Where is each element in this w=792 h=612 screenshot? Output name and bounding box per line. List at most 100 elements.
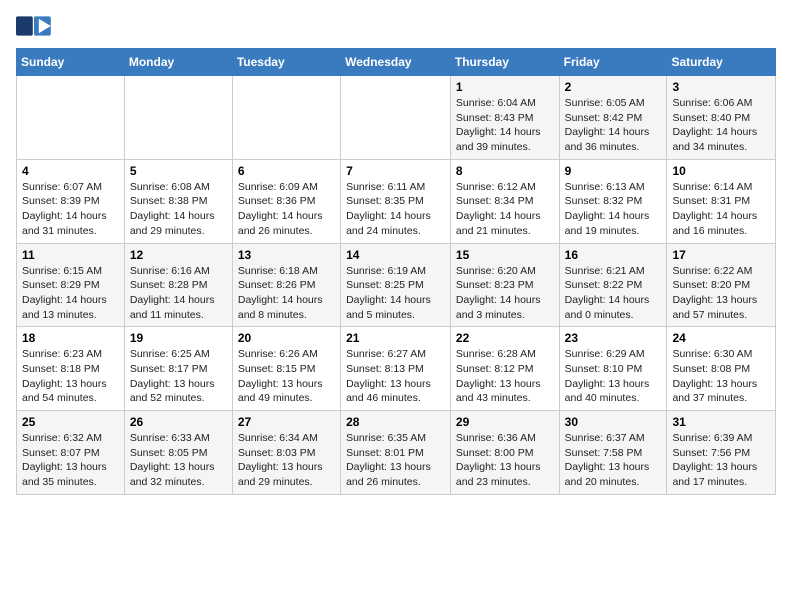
calendar-cell: 1 Sunrise: 6:04 AM Sunset: 8:43 PM Daylig… [450,76,559,160]
day-number: 10 [672,164,770,178]
day-info: Sunrise: 6:35 AM Sunset: 8:01 PM Dayligh… [346,431,445,490]
week-row-5: 25 Sunrise: 6:32 AM Sunset: 8:07 PM Dayli… [17,411,776,495]
day-number: 27 [238,415,335,429]
week-row-4: 18 Sunrise: 6:23 AM Sunset: 8:18 PM Dayli… [17,327,776,411]
page-header [16,16,776,38]
day-info: Sunrise: 6:07 AM Sunset: 8:39 PM Dayligh… [22,180,119,239]
calendar-cell: 22 Sunrise: 6:28 AM Sunset: 8:12 PM Dayli… [450,327,559,411]
day-info: Sunrise: 6:21 AM Sunset: 8:22 PM Dayligh… [565,264,662,323]
calendar-cell: 7 Sunrise: 6:11 AM Sunset: 8:35 PM Daylig… [341,159,451,243]
day-number: 16 [565,248,662,262]
day-info: Sunrise: 6:04 AM Sunset: 8:43 PM Dayligh… [456,96,554,155]
calendar-cell: 31 Sunrise: 6:39 AM Sunset: 7:56 PM Dayli… [667,411,776,495]
weekday-header-row: SundayMondayTuesdayWednesdayThursdayFrid… [17,49,776,76]
day-number: 7 [346,164,445,178]
day-number: 5 [130,164,227,178]
day-info: Sunrise: 6:27 AM Sunset: 8:13 PM Dayligh… [346,347,445,406]
calendar-cell: 8Sunrise: 6:12 AM Sunset: 8:34 PM Daylig… [450,159,559,243]
week-row-2: 4 Sunrise: 6:07 AM Sunset: 8:39 PM Daylig… [17,159,776,243]
calendar-cell: 27 Sunrise: 6:34 AM Sunset: 8:03 PM Dayli… [232,411,340,495]
day-number: 19 [130,331,227,345]
calendar-cell: 30 Sunrise: 6:37 AM Sunset: 7:58 PM Dayli… [559,411,667,495]
calendar-cell: 20 Sunrise: 6:26 AM Sunset: 8:15 PM Dayli… [232,327,340,411]
day-number: 12 [130,248,227,262]
calendar-cell [232,76,340,160]
day-info: Sunrise: 6:28 AM Sunset: 8:12 PM Dayligh… [456,347,554,406]
day-info: Sunrise: 6:34 AM Sunset: 8:03 PM Dayligh… [238,431,335,490]
calendar-cell: 26Sunrise: 6:33 AM Sunset: 8:05 PM Dayli… [124,411,232,495]
week-row-1: 1 Sunrise: 6:04 AM Sunset: 8:43 PM Daylig… [17,76,776,160]
calendar-cell: 25 Sunrise: 6:32 AM Sunset: 8:07 PM Dayli… [17,411,125,495]
day-info: Sunrise: 6:23 AM Sunset: 8:18 PM Dayligh… [22,347,119,406]
day-number: 2 [565,80,662,94]
calendar-cell [124,76,232,160]
day-number: 3 [672,80,770,94]
day-number: 30 [565,415,662,429]
day-number: 29 [456,415,554,429]
day-number: 22 [456,331,554,345]
calendar-cell: 15 Sunrise: 6:20 AM Sunset: 8:23 PM Dayli… [450,243,559,327]
day-info: Sunrise: 6:08 AM Sunset: 8:38 PM Dayligh… [130,180,227,239]
day-number: 24 [672,331,770,345]
calendar-cell: 5 Sunrise: 6:08 AM Sunset: 8:38 PM Daylig… [124,159,232,243]
calendar-cell: 18 Sunrise: 6:23 AM Sunset: 8:18 PM Dayli… [17,327,125,411]
day-info: Sunrise: 6:19 AM Sunset: 8:25 PM Dayligh… [346,264,445,323]
weekday-header-wednesday: Wednesday [341,49,451,76]
day-info: Sunrise: 6:15 AM Sunset: 8:29 PM Dayligh… [22,264,119,323]
day-info: Sunrise: 6:14 AM Sunset: 8:31 PM Dayligh… [672,180,770,239]
calendar-cell [341,76,451,160]
weekday-header-sunday: Sunday [17,49,125,76]
day-number: 20 [238,331,335,345]
day-number: 23 [565,331,662,345]
day-number: 13 [238,248,335,262]
day-number: 15 [456,248,554,262]
day-number: 14 [346,248,445,262]
day-number: 26 [130,415,227,429]
calendar-cell: 23 Sunrise: 6:29 AM Sunset: 8:10 PM Dayli… [559,327,667,411]
weekday-header-thursday: Thursday [450,49,559,76]
calendar-cell: 6 Sunrise: 6:09 AM Sunset: 8:36 PM Daylig… [232,159,340,243]
day-info: Sunrise: 6:20 AM Sunset: 8:23 PM Dayligh… [456,264,554,323]
day-info: Sunrise: 6:09 AM Sunset: 8:36 PM Dayligh… [238,180,335,239]
weekday-header-saturday: Saturday [667,49,776,76]
calendar-cell: 4 Sunrise: 6:07 AM Sunset: 8:39 PM Daylig… [17,159,125,243]
day-number: 1 [456,80,554,94]
logo-icon [16,16,52,36]
day-number: 9 [565,164,662,178]
day-info: Sunrise: 6:39 AM Sunset: 7:56 PM Dayligh… [672,431,770,490]
day-number: 25 [22,415,119,429]
calendar-cell: 16 Sunrise: 6:21 AM Sunset: 8:22 PM Dayli… [559,243,667,327]
calendar-cell: 9 Sunrise: 6:13 AM Sunset: 8:32 PM Daylig… [559,159,667,243]
day-info: Sunrise: 6:26 AM Sunset: 8:15 PM Dayligh… [238,347,335,406]
calendar-table: SundayMondayTuesdayWednesdayThursdayFrid… [16,48,776,495]
day-number: 11 [22,248,119,262]
day-info: Sunrise: 6:29 AM Sunset: 8:10 PM Dayligh… [565,347,662,406]
day-info: Sunrise: 6:18 AM Sunset: 8:26 PM Dayligh… [238,264,335,323]
day-number: 6 [238,164,335,178]
day-number: 18 [22,331,119,345]
day-info: Sunrise: 6:25 AM Sunset: 8:17 PM Dayligh… [130,347,227,406]
day-info: Sunrise: 6:36 AM Sunset: 8:00 PM Dayligh… [456,431,554,490]
weekday-header-tuesday: Tuesday [232,49,340,76]
calendar-cell: 28Sunrise: 6:35 AM Sunset: 8:01 PM Dayli… [341,411,451,495]
calendar-cell: 2 Sunrise: 6:05 AM Sunset: 8:42 PM Daylig… [559,76,667,160]
day-number: 31 [672,415,770,429]
day-info: Sunrise: 6:05 AM Sunset: 8:42 PM Dayligh… [565,96,662,155]
calendar-cell: 12Sunrise: 6:16 AM Sunset: 8:28 PM Dayli… [124,243,232,327]
day-info: Sunrise: 6:13 AM Sunset: 8:32 PM Dayligh… [565,180,662,239]
day-info: Sunrise: 6:11 AM Sunset: 8:35 PM Dayligh… [346,180,445,239]
calendar-cell: 17Sunrise: 6:22 AM Sunset: 8:20 PM Dayli… [667,243,776,327]
day-info: Sunrise: 6:30 AM Sunset: 8:08 PM Dayligh… [672,347,770,406]
day-info: Sunrise: 6:37 AM Sunset: 7:58 PM Dayligh… [565,431,662,490]
logo [16,16,52,38]
day-info: Sunrise: 6:32 AM Sunset: 8:07 PM Dayligh… [22,431,119,490]
day-info: Sunrise: 6:22 AM Sunset: 8:20 PM Dayligh… [672,264,770,323]
calendar-cell: 21 Sunrise: 6:27 AM Sunset: 8:13 PM Dayli… [341,327,451,411]
calendar-cell: 24 Sunrise: 6:30 AM Sunset: 8:08 PM Dayli… [667,327,776,411]
calendar-cell: 19 Sunrise: 6:25 AM Sunset: 8:17 PM Dayli… [124,327,232,411]
day-number: 4 [22,164,119,178]
day-number: 21 [346,331,445,345]
weekday-header-friday: Friday [559,49,667,76]
calendar-cell: 3 Sunrise: 6:06 AM Sunset: 8:40 PM Daylig… [667,76,776,160]
day-info: Sunrise: 6:06 AM Sunset: 8:40 PM Dayligh… [672,96,770,155]
